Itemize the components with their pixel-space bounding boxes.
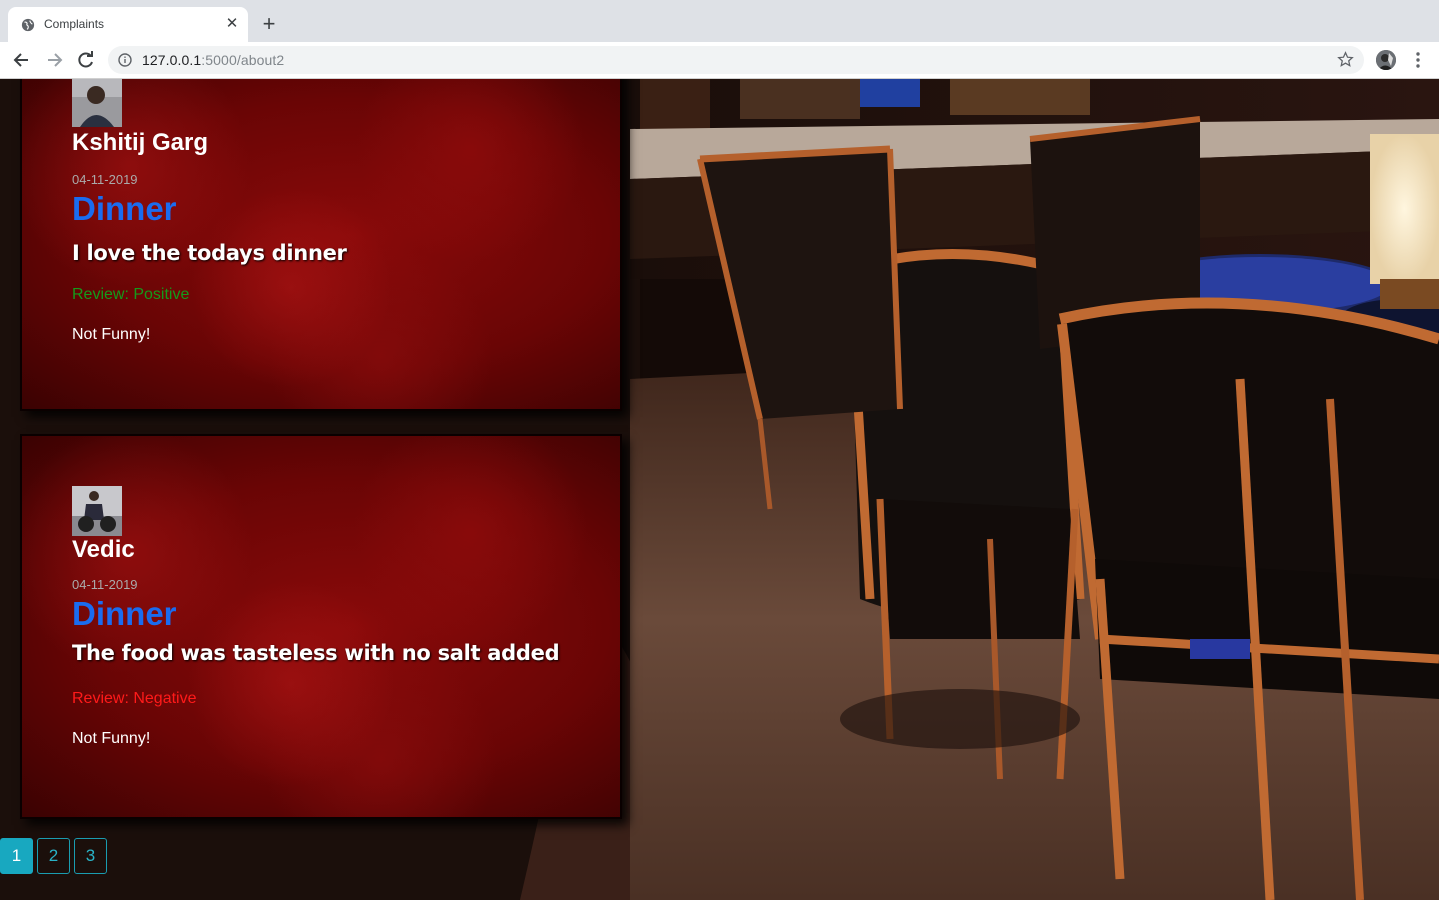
browser-tabstrip: Complaints ✕ +	[0, 0, 1439, 42]
browser-tab[interactable]: Complaints ✕	[8, 7, 248, 42]
review-label: Review: Positive	[72, 286, 190, 303]
url-path: :5000/about2	[201, 52, 285, 68]
new-tab-button[interactable]: +	[258, 13, 280, 35]
complaint-card: Vedic 04-11-2019 Dinner The food was tas…	[20, 434, 622, 819]
profile-avatar[interactable]	[1376, 50, 1396, 70]
complaint-card: Kshitij Garg 04-11-2019 Dinner I love th…	[20, 79, 622, 411]
globe-icon	[21, 18, 35, 32]
info-icon[interactable]	[118, 53, 132, 67]
complaint-subject: Dinner	[72, 190, 177, 227]
user-name: Vedic	[72, 536, 135, 563]
url-text: 127.0.0.1:5000/about2	[142, 52, 284, 68]
tab-close-icon[interactable]: ✕	[224, 16, 240, 32]
reload-icon[interactable]	[76, 50, 96, 70]
complaint-subject: Dinner	[72, 595, 177, 632]
complaint-text: The food was tasteless with no salt adde…	[72, 641, 560, 665]
user-avatar	[72, 486, 122, 536]
pagination: 1 2 3	[0, 838, 107, 874]
bookmark-star-icon[interactable]	[1337, 51, 1354, 68]
back-arrow-icon[interactable]	[12, 50, 32, 70]
address-bar[interactable]: 127.0.0.1:5000/about2	[108, 46, 1364, 74]
page-viewport: Kshitij Garg 04-11-2019 Dinner I love th…	[0, 79, 1439, 900]
browser-toolbar: 127.0.0.1:5000/about2	[0, 42, 1439, 79]
funny-label: Not Funny!	[72, 326, 151, 343]
page-button-2[interactable]: 2	[37, 838, 70, 874]
page-button-1[interactable]: 1	[0, 838, 33, 874]
complaint-date: 04-11-2019	[72, 577, 138, 592]
url-host: 127.0.0.1	[142, 52, 202, 68]
complaint-date: 04-11-2019	[72, 172, 138, 187]
forward-arrow-icon[interactable]	[44, 50, 64, 70]
review-label: Review: Negative	[72, 690, 197, 707]
complaint-text: I love the todays dinner	[72, 241, 347, 265]
more-vert-icon[interactable]	[1410, 50, 1426, 70]
user-avatar	[72, 79, 122, 127]
funny-label: Not Funny!	[72, 730, 151, 747]
tab-title: Complaints	[44, 17, 105, 31]
page-button-3[interactable]: 3	[74, 838, 107, 874]
user-name: Kshitij Garg	[72, 129, 209, 156]
